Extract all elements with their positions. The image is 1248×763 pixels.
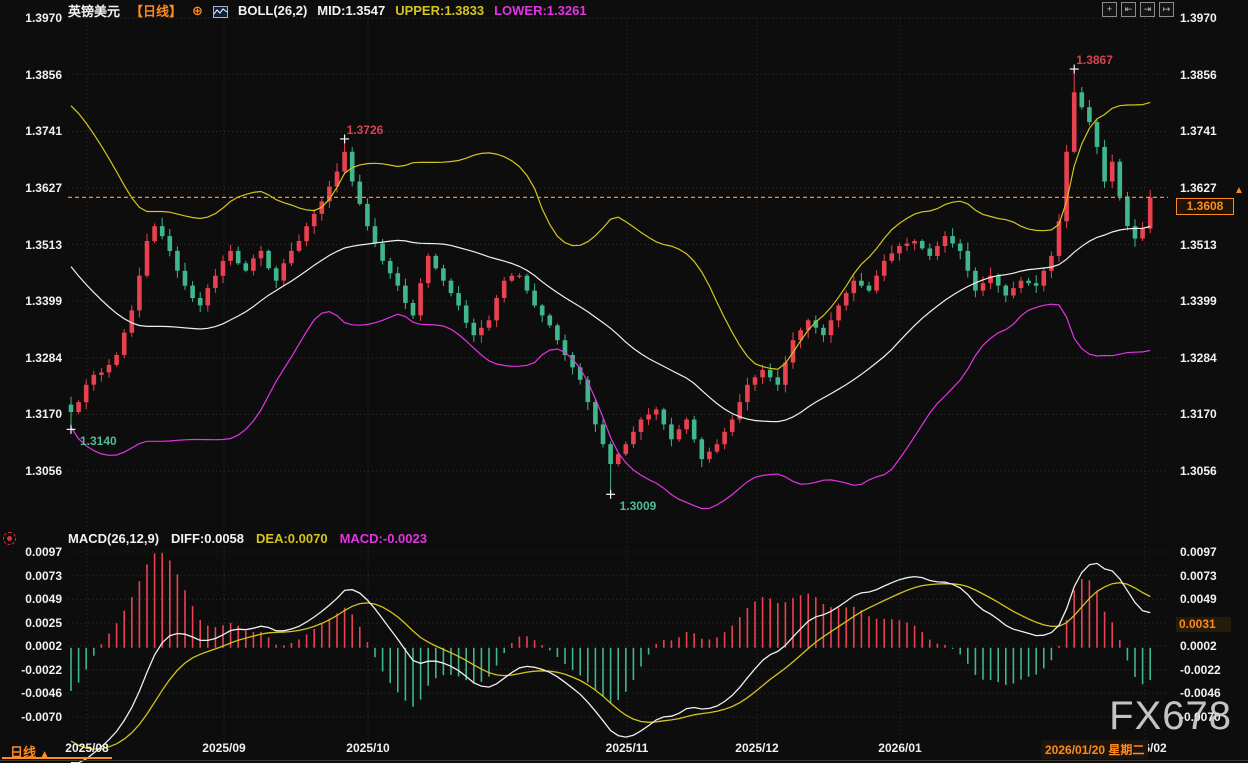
price-tick-left: 1.3284 — [0, 352, 62, 364]
price-tick-right: 1.3856 — [1180, 69, 1217, 81]
price-tick-right: 1.3056 — [1180, 465, 1217, 477]
low-price-annotation: 1.3009 — [620, 499, 657, 513]
current-price-badge: 1.3608 — [1176, 198, 1234, 215]
chart-canvas[interactable] — [0, 0, 1248, 763]
macd-tick-right: 0.0049 — [1180, 593, 1217, 605]
macd-tick-right: 0.0097 — [1180, 546, 1217, 558]
shift-right-icon[interactable]: ↦ — [1159, 2, 1174, 17]
macd-diff-value: DIFF:0.0058 — [171, 531, 244, 546]
price-up-arrow-icon: ▲ — [1234, 185, 1244, 196]
period-tab-daily[interactable]: 日线 ▲ — [10, 742, 50, 761]
price-tick-left: 1.3056 — [0, 465, 62, 477]
macd-tick-right: -0.0022 — [1180, 664, 1221, 676]
macd-title: MACD(26,12,9) — [68, 531, 159, 546]
price-tick-left: 1.3741 — [0, 125, 62, 137]
date-label: 2025/08 — [45, 741, 129, 755]
boll-mid-value: MID:1.3547 — [317, 3, 385, 18]
high-price-annotation: 1.3867 — [1076, 53, 1113, 67]
high-price-annotation: 1.3726 — [347, 123, 384, 137]
price-tick-left: 1.3513 — [0, 239, 62, 251]
price-tick-left: 1.3970 — [0, 12, 62, 24]
price-tick-right: 1.3741 — [1180, 125, 1217, 137]
watermark-logo: FX678 — [1109, 694, 1232, 739]
macd-dea-value: DEA:0.0070 — [256, 531, 328, 546]
chart-toolbar: + ⇤ ⇥ ↦ — [1102, 2, 1174, 17]
date-label: 2025/10 — [326, 741, 410, 755]
crosshair-icon[interactable]: + — [1102, 2, 1117, 17]
chart-window: 英镑美元 【日线】 ⊕ BOLL(26,2) MID:1.3547 UPPER:… — [0, 0, 1248, 763]
tab-arrow-icon: ▲ — [40, 749, 50, 760]
macd-header: MACD(26,12,9) DIFF:0.0058 DEA:0.0070 MAC… — [68, 531, 427, 546]
crosshair-date-badge: 2026/01/20 星期二 — [1041, 740, 1148, 759]
macd-tick-left: -0.0022 — [0, 664, 62, 676]
current-macd-badge: 0.0031 — [1176, 617, 1231, 632]
macd-macd-value: MACD:-0.0023 — [340, 531, 427, 546]
scale-right-icon[interactable]: ⇥ — [1140, 2, 1155, 17]
macd-tick-right: 0.0002 — [1180, 640, 1217, 652]
date-label: 2026/01 — [858, 741, 942, 755]
price-tick-right: 1.3170 — [1180, 408, 1217, 420]
boll-lower-value: LOWER:1.3261 — [494, 3, 586, 18]
price-tick-left: 1.3856 — [0, 69, 62, 81]
macd-tick-left: 0.0002 — [0, 640, 62, 652]
boll-label: BOLL(26,2) — [238, 3, 307, 18]
boll-upper-value: UPPER:1.3833 — [395, 3, 484, 18]
date-label: 2025/11 — [585, 741, 669, 755]
price-tick-left: 1.3627 — [0, 182, 62, 194]
add-indicator-icon[interactable]: ⊕ — [192, 3, 203, 19]
price-tick-right: 1.3513 — [1180, 239, 1217, 251]
macd-tick-left: 0.0097 — [0, 546, 62, 558]
price-tick-right: 1.3284 — [1180, 352, 1217, 364]
date-label: 2025/12 — [715, 741, 799, 755]
low-price-annotation: 1.3140 — [80, 434, 117, 448]
date-label: 2025/09 — [182, 741, 266, 755]
price-tick-left: 1.3170 — [0, 408, 62, 420]
recording-beacon-icon — [3, 532, 16, 545]
macd-tick-left: 0.0073 — [0, 570, 62, 582]
symbol-title: 英镑美元 — [68, 1, 120, 20]
scale-left-icon[interactable]: ⇤ — [1121, 2, 1136, 17]
macd-tick-right: 0.0073 — [1180, 570, 1217, 582]
chart-header: 英镑美元 【日线】 ⊕ BOLL(26,2) MID:1.3547 UPPER:… — [68, 1, 587, 20]
macd-tick-left: 0.0049 — [0, 593, 62, 605]
price-tick-right: 1.3970 — [1180, 12, 1217, 24]
time-axis-separator — [0, 760, 1248, 761]
price-tick-right: 1.3627 — [1180, 182, 1217, 194]
price-tick-left: 1.3399 — [0, 295, 62, 307]
macd-tick-left: -0.0046 — [0, 687, 62, 699]
macd-tick-left: 0.0025 — [0, 617, 62, 629]
boll-indicator-icon[interactable] — [213, 6, 228, 18]
macd-tick-left: -0.0070 — [0, 711, 62, 723]
period-tag[interactable]: 【日线】 — [130, 1, 182, 20]
price-tick-right: 1.3399 — [1180, 295, 1217, 307]
